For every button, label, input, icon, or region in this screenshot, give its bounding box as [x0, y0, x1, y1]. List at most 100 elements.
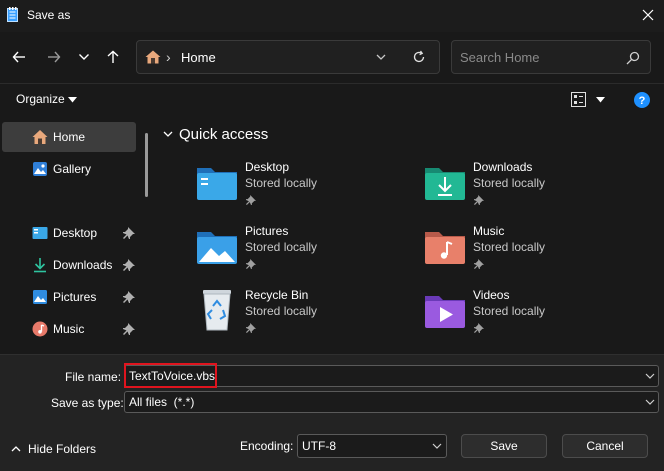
sidebar-item-label: Pictures: [53, 290, 97, 304]
chevron-down-icon[interactable]: [645, 399, 655, 406]
desktop-folder-icon: [197, 168, 237, 200]
chevron-down-icon[interactable]: [163, 129, 173, 139]
sidebar-item-desktop[interactable]: Desktop: [2, 218, 136, 248]
quick-access-item-recycle-bin[interactable]: Recycle Bin Stored locally: [195, 288, 415, 348]
search-icon[interactable]: [626, 51, 640, 65]
recycle-bin-icon: [203, 290, 231, 331]
help-icon[interactable]: ?: [634, 92, 650, 108]
home-icon: [32, 130, 48, 144]
chevron-up-icon: [11, 446, 21, 452]
pin-icon: [246, 259, 256, 269]
quick-access-item-music[interactable]: Music Stored locally: [423, 224, 643, 284]
organize-button[interactable]: Organize: [16, 92, 65, 106]
save-as-type-label: Save as type:: [51, 396, 124, 410]
item-name: Videos: [473, 288, 510, 302]
sidebar-item-label: Downloads: [53, 258, 113, 272]
gallery-icon: [33, 162, 47, 176]
arrow-left-icon: [12, 51, 25, 63]
quick-access-header[interactable]: Quick access: [179, 126, 268, 143]
pin-icon: [246, 323, 256, 333]
file-name-label: File name:: [65, 370, 122, 384]
up-button[interactable]: [102, 46, 124, 68]
toolbar-divider: [0, 83, 664, 84]
sidebar-item-label: Music: [53, 322, 85, 336]
item-status: Stored locally: [473, 304, 546, 318]
back-button[interactable]: [8, 46, 30, 68]
pin-icon[interactable]: [123, 291, 135, 303]
downloads-folder-icon: [425, 168, 465, 200]
refresh-icon[interactable]: [412, 50, 426, 64]
encoding-label: Encoding:: [240, 439, 294, 453]
item-status: Stored locally: [245, 240, 318, 254]
quick-access-item-downloads[interactable]: Downloads Stored locally: [423, 160, 643, 220]
chevron-down-icon[interactable]: [432, 443, 442, 450]
breadcrumb-home[interactable]: Home: [181, 50, 216, 65]
item-status: Stored locally: [473, 176, 546, 190]
address-bar[interactable]: › Home: [136, 40, 440, 74]
quick-access-item-desktop[interactable]: Desktop Stored locally: [195, 160, 415, 220]
caret-down-icon[interactable]: [596, 97, 605, 103]
arrow-right-icon: [48, 51, 61, 63]
sidebar-item-downloads[interactable]: Downloads: [2, 250, 136, 280]
close-icon: [642, 9, 654, 21]
item-name: Recycle Bin: [245, 288, 309, 302]
item-name: Downloads: [473, 160, 533, 174]
pin-icon[interactable]: [123, 227, 135, 239]
home-icon: [145, 50, 161, 64]
quick-access-item-videos[interactable]: Videos Stored locally: [423, 288, 643, 348]
view-options-icon[interactable]: [571, 92, 586, 107]
sidebar-item-music[interactable]: Music: [2, 314, 136, 344]
svg-text:?: ?: [639, 95, 646, 107]
chevron-down-icon: [79, 54, 89, 60]
desktop-icon: [32, 227, 48, 239]
pin-icon: [474, 259, 484, 269]
sidebar-item-gallery[interactable]: Gallery: [2, 154, 136, 184]
arrow-up-icon: [107, 50, 119, 63]
search-box[interactable]: Search Home: [451, 40, 651, 74]
pictures-folder-icon: [197, 232, 237, 264]
pin-icon[interactable]: [123, 323, 135, 335]
item-name: Desktop: [245, 160, 290, 174]
breadcrumb-separator: ›: [166, 49, 171, 65]
caret-down-icon[interactable]: [68, 97, 77, 103]
quick-access-item-pictures[interactable]: Pictures Stored locally: [195, 224, 415, 284]
downloads-icon: [34, 258, 46, 273]
item-name: Pictures: [245, 224, 289, 238]
chevron-down-icon[interactable]: [645, 373, 655, 380]
save-button[interactable]: Save: [461, 434, 547, 458]
sidebar-item-label: Gallery: [53, 162, 92, 176]
recent-locations-button[interactable]: [73, 46, 95, 68]
pin-icon[interactable]: [123, 259, 135, 271]
file-name-highlight: [124, 363, 217, 388]
pin-icon: [246, 195, 256, 205]
pin-icon: [474, 323, 484, 333]
pictures-icon: [33, 290, 47, 304]
videos-folder-icon: [425, 296, 465, 328]
item-status: Stored locally: [473, 240, 546, 254]
search-input[interactable]: Search Home: [460, 50, 539, 65]
sidebar-item-label: Desktop: [53, 226, 98, 240]
title-bar: Save as: [0, 0, 664, 32]
notepad-icon: [7, 7, 18, 22]
sidebar-item-label: Home: [53, 130, 86, 144]
encoding-select[interactable]: UTF-8: [297, 434, 447, 458]
sidebar-item-home[interactable]: Home: [2, 122, 136, 152]
save-as-type-select[interactable]: All files (*.*): [124, 391, 659, 413]
hide-folders-label: Hide Folders: [28, 442, 97, 456]
chevron-down-icon[interactable]: [375, 51, 387, 63]
forward-button[interactable]: [43, 46, 65, 68]
encoding-value: UTF-8: [302, 439, 336, 453]
cancel-button[interactable]: Cancel: [562, 434, 648, 458]
pin-icon: [474, 195, 484, 205]
window-title: Save as: [27, 8, 71, 22]
sidebar-item-pictures[interactable]: Pictures: [2, 282, 136, 312]
sidebar-scrollbar[interactable]: [145, 133, 148, 197]
save-as-type-value: All files (*.*): [129, 395, 195, 409]
close-button[interactable]: [636, 3, 660, 27]
music-folder-icon: [425, 232, 465, 264]
navigation-pane: Home Gallery Desktop Downloads Pictures …: [0, 117, 158, 352]
music-icon: [32, 321, 48, 337]
item-status: Stored locally: [245, 176, 318, 190]
item-status: Stored locally: [245, 304, 318, 318]
item-name: Music: [473, 224, 505, 238]
